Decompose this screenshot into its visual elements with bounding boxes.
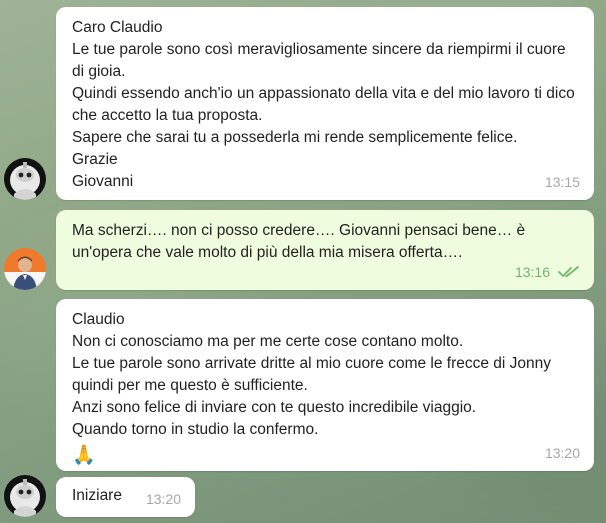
robot-avatar-icon [4, 475, 46, 517]
double-check-icon [558, 266, 579, 278]
message-bubble-incoming[interactable]: Claudio Non ci conosciamo ma per me cert… [56, 299, 594, 471]
message-time: 13:16 [514, 264, 550, 280]
contact-avatar[interactable] [4, 475, 46, 517]
contact-avatar[interactable] [4, 158, 46, 200]
message-time: 13:15 [544, 174, 580, 190]
message-text: Caro Claudio Le tue parole sono così mer… [72, 19, 575, 190]
message-bubble-incoming[interactable]: Iniziare 13:20 [56, 477, 195, 517]
message-time: 13:20 [544, 445, 580, 461]
person-avatar-icon [4, 248, 46, 290]
robot-avatar-icon [4, 158, 46, 200]
message-text: Ma scherzi…. non ci posso credere…. Giov… [72, 222, 526, 261]
message-text: Claudio Non ci conosciamo ma per me cert… [72, 311, 552, 438]
self-avatar[interactable] [4, 248, 46, 290]
message-bubble-incoming[interactable]: Caro Claudio Le tue parole sono così mer… [56, 7, 594, 200]
message-time: 13:20 [145, 491, 181, 507]
praying-hands-emoji: 🙏 [72, 445, 96, 466]
message-bubble-outgoing[interactable]: Ma scherzi…. non ci posso credere…. Giov… [56, 210, 594, 290]
